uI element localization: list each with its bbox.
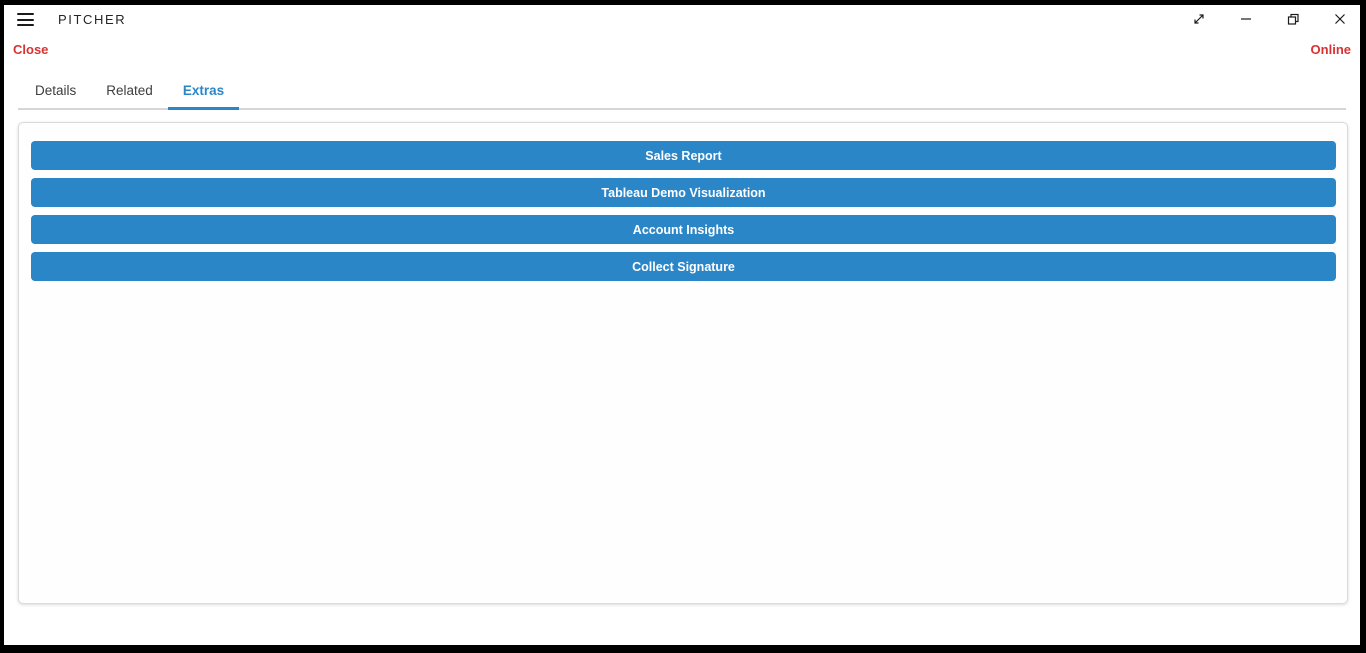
extras-panel: Sales Report Tableau Demo Visualization … (18, 122, 1348, 604)
account-insights-button[interactable]: Account Insights (31, 215, 1336, 244)
collect-signature-button[interactable]: Collect Signature (31, 252, 1336, 281)
pitcher-window: PITCHER (4, 5, 1360, 645)
minimize-button[interactable] (1236, 9, 1256, 29)
restore-icon (1287, 13, 1300, 26)
restore-button[interactable] (1283, 9, 1303, 29)
app-title: PITCHER (58, 12, 126, 27)
title-bar: PITCHER (4, 5, 1360, 33)
tab-details[interactable]: Details (20, 77, 91, 110)
expand-button[interactable] (1189, 9, 1209, 29)
status-row: Close Online (4, 35, 1360, 63)
screen: PITCHER (0, 0, 1366, 653)
online-status-badge: Online (1311, 42, 1351, 57)
close-link[interactable]: Close (13, 42, 48, 57)
diagonal-resize-icon (1192, 12, 1206, 26)
window-controls (1189, 5, 1350, 33)
sales-report-button[interactable]: Sales Report (31, 141, 1336, 170)
minimize-icon (1240, 13, 1252, 25)
tabs-bar: Details Related Extras (4, 77, 1360, 110)
tab-extras[interactable]: Extras (168, 77, 239, 110)
tableau-demo-visualization-button[interactable]: Tableau Demo Visualization (31, 178, 1336, 207)
close-x-icon (1334, 13, 1346, 25)
tab-related[interactable]: Related (91, 77, 168, 110)
hamburger-menu-icon[interactable] (17, 13, 34, 26)
close-window-button[interactable] (1330, 9, 1350, 29)
